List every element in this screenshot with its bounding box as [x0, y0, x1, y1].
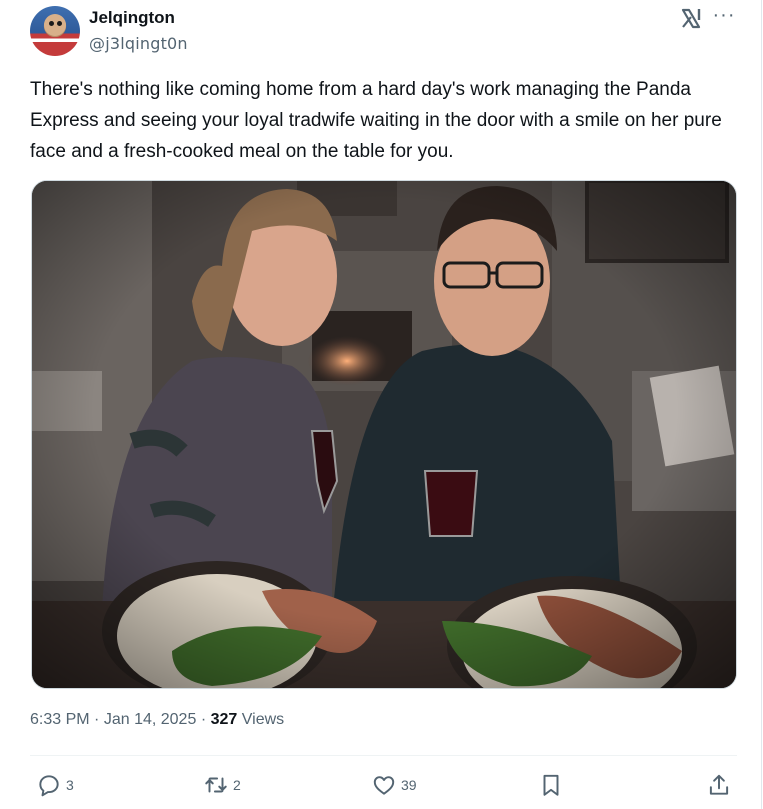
share-button[interactable] [706, 772, 732, 798]
repost-icon [205, 777, 227, 793]
views-label: Views [241, 711, 285, 728]
repost-button[interactable]: 2 [203, 772, 241, 798]
avatar-eye-left [49, 21, 54, 26]
divider [30, 755, 737, 756]
reply-icon [39, 775, 59, 797]
like-button[interactable]: 39 [371, 772, 417, 798]
bookmark-icon [543, 774, 559, 796]
reply-count: 3 [66, 777, 74, 793]
tweet-photo[interactable] [31, 180, 737, 689]
timestamp-separator: · [94, 711, 100, 728]
tweet-date: Jan 14, 2025 [103, 711, 197, 728]
more-icon[interactable]: ··· [712, 5, 736, 30]
avatar-eye-right [57, 21, 62, 26]
author-handle[interactable]: @j3lqingt0n [89, 34, 188, 53]
views-count: 327 [210, 711, 238, 728]
timestamp-separator: · [200, 711, 207, 728]
repost-count: 2 [233, 777, 241, 793]
tweet-card: Jelqington @j3lqingt0n ··· There's nothi… [0, 0, 762, 809]
tweet-timestamp[interactable]: 6:33 PM · Jan 14, 2025 · 327 Views [30, 711, 284, 729]
tweet-text: There's nothing like coming home from a … [30, 79, 722, 162]
share-icon [709, 774, 729, 795]
avatar-face [44, 14, 66, 36]
heart-icon [373, 776, 395, 795]
avatar[interactable] [30, 6, 80, 56]
like-count: 39 [401, 777, 417, 793]
photo-scene [32, 181, 736, 688]
tweet-time: 6:33 PM [30, 711, 90, 728]
bookmark-button[interactable] [538, 772, 564, 798]
author-display-name[interactable]: Jelqington [89, 8, 175, 28]
reply-button[interactable]: 3 [36, 772, 74, 798]
grok-icon[interactable] [681, 7, 703, 29]
